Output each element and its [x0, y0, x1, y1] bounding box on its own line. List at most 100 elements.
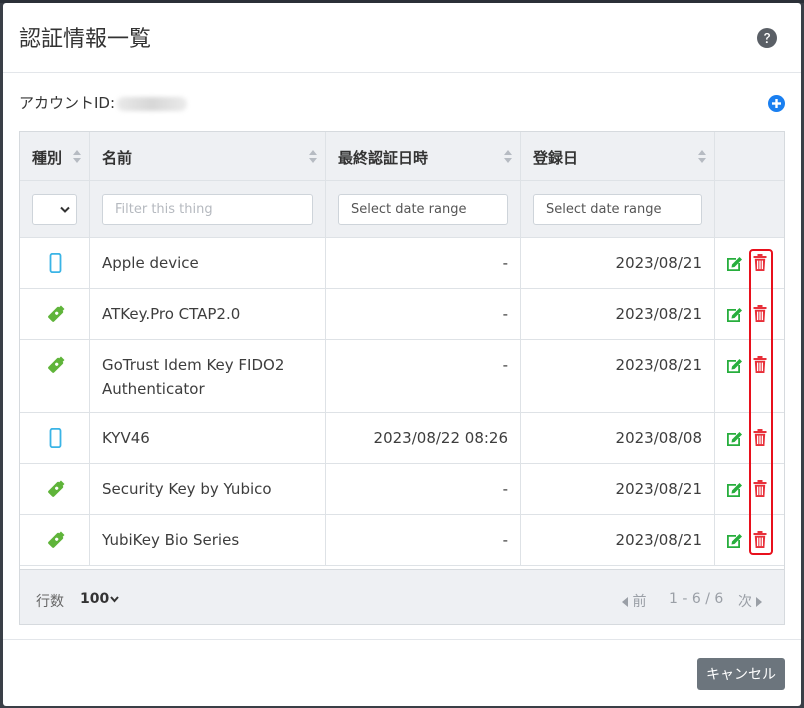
- credential-name: GoTrust Idem Key FIDO2 Authenticator: [102, 356, 285, 398]
- registered-cell: 2023/08/21: [521, 340, 715, 412]
- registered-cell: 2023/08/21: [521, 515, 715, 565]
- modal-title: 認証情報一覧: [19, 27, 152, 52]
- registered-value: 2023/08/21: [615, 254, 702, 272]
- name-cell: KYV46: [90, 413, 326, 463]
- last-auth-value: 2023/08/22 08:26: [373, 429, 508, 447]
- type-cell: [20, 515, 90, 565]
- pager-next-button[interactable]: 次: [738, 591, 763, 611]
- account-id-row: アカウントID:: [19, 92, 188, 113]
- rows-per-page-label: 行数: [36, 594, 64, 610]
- registered-cell: 2023/08/08: [521, 413, 715, 463]
- credential-name: KYV46: [102, 429, 150, 447]
- actions-cell: [715, 413, 784, 463]
- edit-icon[interactable]: [726, 481, 744, 498]
- edit-icon[interactable]: [726, 357, 744, 374]
- column-header-type[interactable]: 種別: [20, 132, 90, 180]
- sort-icon: [504, 150, 512, 163]
- registered-value: 2023/08/21: [615, 531, 702, 549]
- sort-icon: [309, 150, 317, 163]
- rows-per-page-select[interactable]: 100: [80, 591, 109, 607]
- actions-cell: [715, 464, 784, 514]
- edit-icon[interactable]: [726, 255, 744, 272]
- chevron-down-icon: [60, 206, 70, 213]
- last-auth-cell: -: [326, 515, 521, 565]
- registered-value: 2023/08/08: [615, 429, 702, 447]
- column-header-name[interactable]: 名前: [90, 132, 326, 180]
- registered-date-range-input[interactable]: [533, 194, 702, 225]
- help-icon[interactable]: [757, 28, 777, 48]
- registered-value: 2023/08/21: [615, 480, 702, 498]
- add-credential-icon[interactable]: [768, 95, 785, 112]
- table-filter-row: [20, 181, 784, 238]
- last-auth-cell: -: [326, 238, 521, 288]
- chevron-down-icon[interactable]: [110, 596, 119, 603]
- table-row: YubiKey Bio Series - 2023/08/21: [20, 515, 784, 566]
- trash-icon[interactable]: [753, 254, 767, 271]
- actions-cell: [715, 289, 784, 339]
- type-cell: [20, 413, 90, 463]
- last-auth-value: -: [502, 480, 508, 498]
- last-auth-value: -: [502, 254, 508, 272]
- mobile-device-icon: [49, 253, 62, 273]
- pager-prev-button[interactable]: 前: [622, 591, 646, 611]
- mobile-device-icon: [49, 428, 62, 448]
- name-cell: Apple device: [90, 238, 326, 288]
- last-auth-date-range-input[interactable]: [338, 194, 508, 225]
- edit-icon[interactable]: [726, 306, 744, 323]
- type-cell: [20, 340, 90, 412]
- caret-left-icon: [622, 597, 628, 607]
- pager-info: 1 - 6 / 6: [669, 591, 724, 607]
- credentials-table: 種別 名前 最終認証日時 登録日 Filter this thing Selec…: [19, 131, 785, 625]
- trash-icon[interactable]: [753, 356, 767, 373]
- column-header-last-auth[interactable]: 最終認証日時: [326, 132, 521, 180]
- table-footer: 行数 100 前 1 - 6 / 6 次: [20, 569, 784, 624]
- trash-icon[interactable]: [753, 480, 767, 497]
- actions-cell: [715, 515, 784, 565]
- credential-name: YubiKey Bio Series: [102, 531, 240, 549]
- last-auth-value: -: [502, 356, 508, 374]
- registered-cell: 2023/08/21: [521, 238, 715, 288]
- name-cell: Security Key by Yubico: [90, 464, 326, 514]
- registered-cell: 2023/08/21: [521, 289, 715, 339]
- account-id-redacted: [117, 96, 188, 111]
- registered-cell: 2023/08/21: [521, 464, 715, 514]
- credential-name: Security Key by Yubico: [102, 480, 272, 498]
- last-auth-cell: -: [326, 289, 521, 339]
- table-row: GoTrust Idem Key FIDO2 Authenticator - 202…: [20, 340, 784, 413]
- name-cell: GoTrust Idem Key FIDO2 Authenticator: [90, 340, 326, 412]
- type-filter-select[interactable]: [32, 194, 77, 225]
- sort-icon: [73, 150, 81, 163]
- edit-icon[interactable]: [726, 532, 744, 549]
- caret-right-icon: [756, 597, 763, 607]
- name-cell: ATKey.Pro CTAP2.0: [90, 289, 326, 339]
- security-key-icon: [48, 305, 65, 322]
- name-filter-input[interactable]: [102, 194, 313, 225]
- last-auth-cell: 2023/08/22 08:26: [326, 413, 521, 463]
- last-auth-cell: -: [326, 340, 521, 412]
- sort-icon: [698, 150, 706, 163]
- type-cell: [20, 238, 90, 288]
- table-row: ATKey.Pro CTAP2.0 - 2023/08/21: [20, 289, 784, 340]
- column-header-registered[interactable]: 登録日: [521, 132, 715, 180]
- trash-icon[interactable]: [753, 305, 767, 322]
- last-auth-cell: -: [326, 464, 521, 514]
- modal-header: 認証情報一覧: [3, 3, 801, 73]
- edit-icon[interactable]: [726, 430, 744, 447]
- type-cell: [20, 289, 90, 339]
- credential-name: ATKey.Pro CTAP2.0: [102, 305, 241, 323]
- credential-name: Apple device: [102, 254, 199, 272]
- registered-value: 2023/08/21: [615, 356, 702, 374]
- cancel-button[interactable]: キャンセル: [697, 658, 785, 690]
- account-id-label: アカウントID:: [19, 94, 116, 112]
- column-header-actions: [715, 132, 784, 180]
- trash-icon[interactable]: [753, 429, 767, 446]
- table-header-row: 種別 名前 最終認証日時 登録日: [20, 132, 784, 181]
- trash-icon[interactable]: [753, 531, 767, 548]
- security-key-icon: [48, 356, 65, 373]
- actions-cell: [715, 340, 784, 412]
- last-auth-value: -: [502, 305, 508, 323]
- security-key-icon: [48, 531, 65, 548]
- modal-footer: キャンセル: [3, 639, 801, 706]
- table-row: Security Key by Yubico - 2023/08/21: [20, 464, 784, 515]
- registered-value: 2023/08/21: [615, 305, 702, 323]
